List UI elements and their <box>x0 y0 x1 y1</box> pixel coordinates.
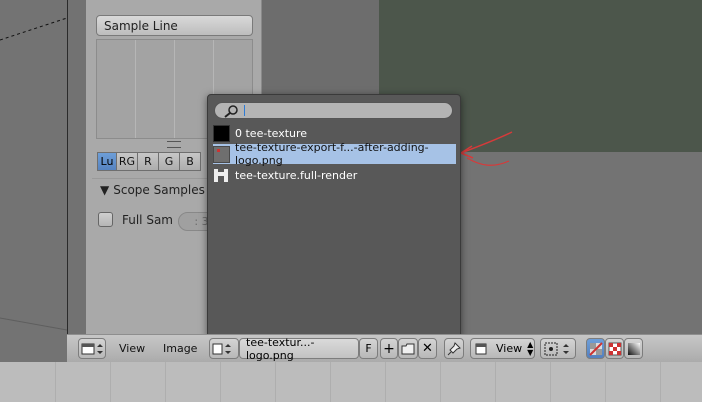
checker-icon <box>608 342 621 355</box>
panel-gutter <box>68 0 86 334</box>
text-caret <box>244 105 245 116</box>
image-view-icon <box>475 343 487 354</box>
image-browse-icon <box>212 343 231 354</box>
channel-r-button[interactable]: R <box>137 152 159 171</box>
expand-triangle-icon: ▼ <box>100 183 110 197</box>
z-buffer-button[interactable] <box>624 338 643 359</box>
timeline-area[interactable] <box>0 362 702 402</box>
black-image-thumbnail-icon <box>213 124 230 142</box>
channel-b-button[interactable]: B <box>179 152 201 171</box>
image-item-label: 0 tee-texture <box>235 126 308 140</box>
render-result-icon <box>213 167 230 184</box>
scope-samples-header[interactable]: ▼ Scope Samples <box>100 183 205 197</box>
close-icon: ✕ <box>422 341 433 356</box>
fake-user-button[interactable]: F <box>359 338 378 359</box>
channel-g-button[interactable]: G <box>158 152 180 171</box>
image-menu[interactable]: Image <box>163 342 197 355</box>
image-thumbnail-icon <box>213 145 230 163</box>
pin-button[interactable] <box>444 338 464 359</box>
pivot-select[interactable] <box>540 338 576 359</box>
scope-samples-label: Scope Samples <box>113 183 205 197</box>
annotation-arrow-icon <box>460 131 513 166</box>
image-item-label: tee-texture-export-f...-after-adding-log… <box>235 141 429 167</box>
gradient-icon <box>627 342 640 355</box>
browse-image-button[interactable] <box>209 338 239 359</box>
chevron-updown-icon: ▲ ▼ <box>527 339 534 357</box>
pivot-icon <box>544 342 569 355</box>
new-image-button[interactable]: + <box>380 338 398 359</box>
channel-selector: Lu RG R G B <box>97 152 201 171</box>
color-alpha-icon <box>588 341 603 356</box>
draw-channels-button[interactable] <box>586 338 605 359</box>
pin-icon <box>447 341 461 355</box>
sample-line-button[interactable]: Sample Line <box>96 15 253 36</box>
image-browse-popup: 0 tee-texture tee-texture-export-f...-af… <box>207 94 461 338</box>
search-icon <box>224 105 238 118</box>
image-editor-icon <box>81 343 103 354</box>
viewport-grid-lines <box>0 17 67 331</box>
full-sample-checkbox[interactable] <box>98 212 113 227</box>
channel-rgb-button[interactable]: RG <box>116 152 138 171</box>
3d-viewport[interactable] <box>0 0 68 334</box>
channel-lu-button[interactable]: Lu <box>97 152 117 171</box>
image-item-label: tee-texture.full-render <box>235 168 358 182</box>
image-list-item[interactable]: 0 tee-texture <box>213 123 456 143</box>
folder-icon <box>401 343 415 354</box>
image-name-field[interactable]: tee-textur...-logo.png <box>239 336 359 362</box>
editor-type-button[interactable] <box>78 338 106 359</box>
image-list-item-selected[interactable]: tee-texture-export-f...-after-adding-log… <box>213 141 456 167</box>
open-image-button[interactable] <box>398 338 418 359</box>
full-sample-row: Full Sam <box>98 212 173 227</box>
image-list-item[interactable]: tee-texture.full-render <box>213 165 456 185</box>
view-menu[interactable]: View <box>119 342 145 355</box>
plus-icon: + <box>383 340 395 357</box>
mode-label: View <box>496 342 523 355</box>
image-search-input[interactable] <box>214 102 453 119</box>
alpha-channel-button[interactable] <box>605 338 624 359</box>
resize-grip[interactable] <box>167 141 181 148</box>
full-sample-label: Full Sam <box>122 212 173 227</box>
mode-select[interactable]: View ▲ ▼ <box>470 338 535 359</box>
unlink-image-button[interactable]: ✕ <box>418 338 437 359</box>
